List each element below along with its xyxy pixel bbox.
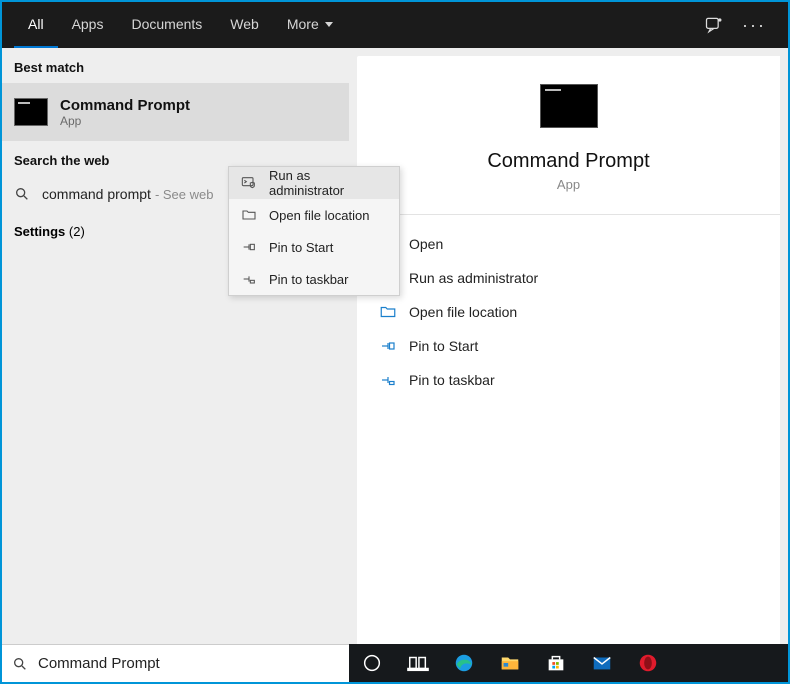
- context-pin-to-start[interactable]: Pin to Start: [229, 231, 399, 263]
- search-input[interactable]: Command Prompt: [2, 644, 349, 682]
- tab-all[interactable]: All: [14, 2, 58, 48]
- tab-more[interactable]: More: [273, 2, 347, 48]
- search-body: Best match Command Prompt App Search the…: [2, 48, 788, 644]
- search-icon: [12, 656, 28, 672]
- context-item-label: Pin to Start: [269, 240, 333, 255]
- more-options-icon[interactable]: ···: [742, 15, 766, 36]
- opera-icon[interactable]: [625, 644, 671, 682]
- best-match-text: Command Prompt App: [60, 97, 190, 128]
- cortana-icon[interactable]: [349, 644, 395, 682]
- detail-actions: Open Run as administrator: [357, 215, 780, 409]
- details-right-pane: Command Prompt App Open: [357, 56, 780, 644]
- tab-label: All: [28, 16, 44, 32]
- context-run-as-admin[interactable]: Run as administrator: [229, 167, 399, 199]
- action-open[interactable]: Open: [379, 229, 758, 259]
- action-label: Pin to Start: [409, 338, 478, 354]
- topbar-right: ···: [704, 15, 788, 36]
- folder-location-icon: [379, 303, 397, 321]
- best-match-title: Command Prompt: [60, 97, 190, 114]
- tab-label: Web: [230, 16, 259, 32]
- tab-label: More: [287, 16, 319, 32]
- pin-taskbar-icon: [379, 371, 397, 389]
- taskbar: Command Prompt: [2, 644, 788, 682]
- web-hint: - See web: [155, 187, 214, 202]
- action-pin-to-taskbar[interactable]: Pin to taskbar: [379, 365, 758, 395]
- action-open-file-location[interactable]: Open file location: [379, 297, 758, 327]
- action-pin-to-start[interactable]: Pin to Start: [379, 331, 758, 361]
- best-match-result[interactable]: Command Prompt App: [2, 83, 349, 141]
- file-explorer-icon[interactable]: [487, 644, 533, 682]
- microsoft-store-icon[interactable]: [533, 644, 579, 682]
- edge-icon[interactable]: [441, 644, 487, 682]
- best-match-subtitle: App: [60, 114, 190, 128]
- context-item-label: Pin to taskbar: [269, 272, 349, 287]
- mail-icon[interactable]: [579, 644, 625, 682]
- action-label: Pin to taskbar: [409, 372, 495, 388]
- search-filter-tabs: All Apps Documents Web More ···: [2, 2, 788, 48]
- action-label: Open: [409, 236, 443, 252]
- tabs-container: All Apps Documents Web More: [2, 2, 347, 48]
- tab-label: Apps: [72, 16, 104, 32]
- cmd-prompt-icon-large: [540, 84, 598, 128]
- action-label: Open file location: [409, 304, 517, 320]
- search-icon: [14, 186, 30, 202]
- task-view-icon[interactable]: [395, 644, 441, 682]
- tab-apps[interactable]: Apps: [58, 2, 118, 48]
- context-item-label: Open file location: [269, 208, 369, 223]
- detail-subtitle: App: [557, 177, 580, 192]
- settings-label: Settings: [14, 224, 65, 239]
- tab-documents[interactable]: Documents: [117, 2, 216, 48]
- folder-location-icon: [241, 207, 257, 223]
- context-menu: Run as administrator Open file location: [228, 166, 400, 296]
- tab-web[interactable]: Web: [216, 2, 273, 48]
- detail-title: Command Prompt: [487, 150, 649, 173]
- search-value: Command Prompt: [38, 655, 160, 672]
- pin-taskbar-icon: [241, 271, 257, 287]
- action-label: Run as administrator: [409, 270, 538, 286]
- results-left-pane: Best match Command Prompt App Search the…: [2, 48, 349, 644]
- chevron-down-icon: [325, 22, 333, 27]
- start-search-window: All Apps Documents Web More ··· Best m: [0, 0, 790, 684]
- tab-label: Documents: [131, 16, 202, 32]
- context-item-label: Run as administrator: [269, 168, 387, 198]
- detail-header: Command Prompt App: [357, 56, 780, 215]
- context-pin-to-taskbar[interactable]: Pin to taskbar: [229, 263, 399, 295]
- context-open-file-location[interactable]: Open file location: [229, 199, 399, 231]
- feedback-icon[interactable]: [704, 15, 724, 35]
- taskbar-icons: [349, 644, 788, 682]
- cmd-prompt-icon: [14, 98, 48, 126]
- settings-count: (2): [69, 224, 85, 239]
- best-match-heading: Best match: [2, 48, 349, 83]
- action-run-as-admin[interactable]: Run as administrator: [379, 263, 758, 293]
- web-query-text: command prompt: [42, 186, 151, 202]
- pin-start-icon: [379, 337, 397, 355]
- pin-start-icon: [241, 239, 257, 255]
- admin-console-icon: [241, 175, 257, 191]
